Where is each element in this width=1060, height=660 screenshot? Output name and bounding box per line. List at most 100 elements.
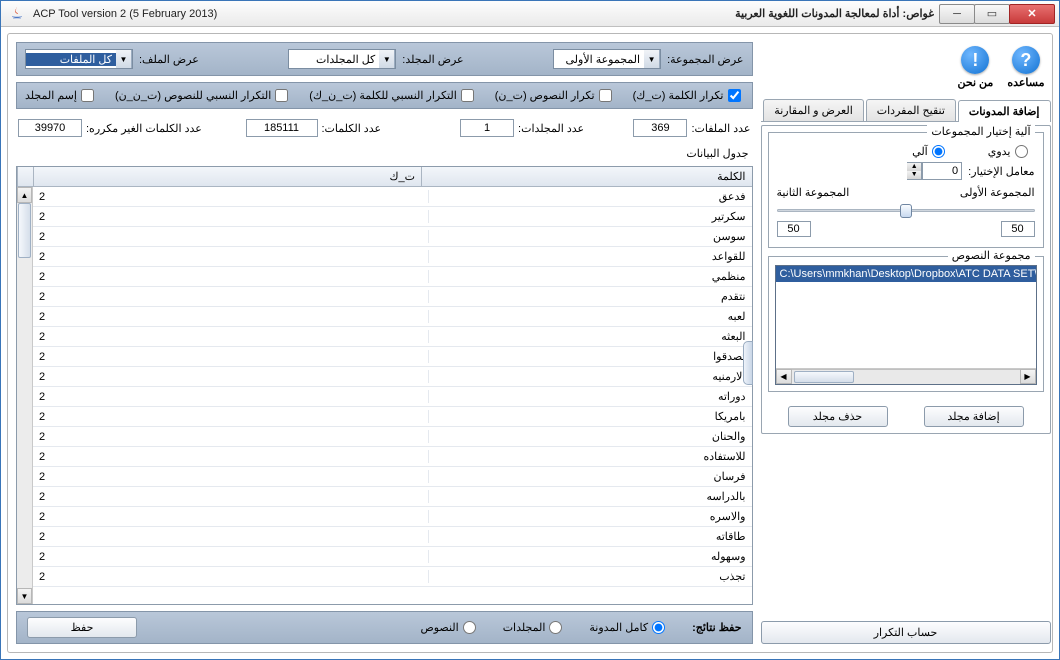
cell-tk: 2 bbox=[33, 191, 428, 203]
col-header-word[interactable]: الكلمة bbox=[421, 167, 752, 186]
table-row[interactable]: بامريكا2 bbox=[33, 407, 752, 427]
table-row[interactable]: وسهوله2 bbox=[33, 547, 752, 567]
list-item[interactable]: C:\Users\mmkhan\Desktop\Dropbox\ATC DATA… bbox=[776, 266, 1036, 282]
check-word-freq[interactable]: تكرار الكلمة (ت_ك) bbox=[633, 89, 744, 102]
table-row[interactable]: بالدراسه2 bbox=[33, 487, 752, 507]
radio-save-full[interactable]: كامل المدونة bbox=[589, 621, 668, 634]
cell-tk: 2 bbox=[33, 291, 428, 303]
table-row[interactable]: دوراته2 bbox=[33, 387, 752, 407]
cell-word: تصدقوا bbox=[428, 350, 751, 363]
table-row[interactable]: سكرتير2 bbox=[33, 207, 752, 227]
table-corner bbox=[17, 167, 33, 186]
check-rel-word-freq[interactable]: التكرار النسبي للكلمة (ت_ن_ك) bbox=[309, 89, 476, 102]
tab-add-corpora[interactable]: إضافة المدونات bbox=[958, 100, 1051, 122]
table-row[interactable]: والاسره2 bbox=[33, 507, 752, 527]
label-view-group: عرض المجموعة: bbox=[667, 53, 743, 66]
table-title: جدول البيانات bbox=[686, 147, 748, 160]
text-group-title: مجموعة النصوص bbox=[948, 249, 1035, 262]
splitter-handle[interactable] bbox=[743, 341, 753, 385]
minimize-button[interactable]: ─ bbox=[939, 4, 975, 24]
check-rel-text-freq[interactable]: التكرار النسبي للنصوص (ت_ن_ن) bbox=[115, 89, 291, 102]
cell-word: للاستفاده bbox=[428, 450, 751, 463]
radio-auto[interactable]: آلي bbox=[912, 145, 948, 158]
cell-tk: 2 bbox=[33, 231, 428, 243]
label-file-count: عدد الملفات: bbox=[691, 122, 750, 135]
delete-folder-button[interactable]: حذف مجلد bbox=[788, 406, 888, 427]
cell-word: وسهوله bbox=[428, 550, 751, 563]
cell-tk: 2 bbox=[33, 451, 428, 463]
scroll-down-icon[interactable]: ▼ bbox=[17, 588, 32, 604]
scroll-up-icon[interactable]: ▲ bbox=[17, 187, 32, 203]
check-folder-name[interactable]: إسم المجلد bbox=[25, 89, 97, 102]
tab-compare-view[interactable]: العرض و المقارنة bbox=[763, 99, 863, 121]
minimize-icon: ─ bbox=[953, 8, 961, 20]
add-folder-button[interactable]: إضافة مجلد bbox=[924, 406, 1024, 427]
label-unique-count: عدد الكلمات الغير مكرره: bbox=[86, 122, 202, 135]
table-row[interactable]: تجذب2 bbox=[33, 567, 752, 587]
value-unique-count: 39970 bbox=[18, 119, 82, 137]
slider-track[interactable] bbox=[777, 202, 1035, 218]
close-button[interactable]: ✕ bbox=[1009, 4, 1055, 24]
about-label: من نحن bbox=[957, 76, 993, 89]
cell-word: بامريكا bbox=[428, 410, 751, 423]
maximize-button[interactable]: ▭ bbox=[974, 4, 1010, 24]
cell-word: نتقدم bbox=[428, 290, 751, 303]
cell-tk: 2 bbox=[33, 351, 428, 363]
cell-word: الارمنيه bbox=[428, 370, 751, 383]
factor-spinner[interactable]: ▲▼ bbox=[907, 162, 962, 180]
scroll-right-icon[interactable]: ▶ bbox=[1020, 369, 1036, 384]
cell-tk: 2 bbox=[33, 371, 428, 383]
table-row[interactable]: طاقاته2 bbox=[33, 527, 752, 547]
folder-list[interactable]: C:\Users\mmkhan\Desktop\Dropbox\ATC DATA… bbox=[775, 265, 1037, 385]
cell-word: دوراته bbox=[428, 390, 751, 403]
vertical-scrollbar[interactable]: ▲ ▼ bbox=[17, 187, 33, 604]
table-row[interactable]: منظمي2 bbox=[33, 267, 752, 287]
value-group1: 50 bbox=[1001, 221, 1035, 237]
slider-thumb[interactable] bbox=[900, 204, 912, 218]
compute-freq-button[interactable]: حساب التكرار bbox=[761, 621, 1051, 644]
about-button[interactable]: ! من نحن bbox=[957, 46, 993, 89]
help-button[interactable]: ? مساعده bbox=[1007, 46, 1044, 89]
tab-refine-vocab[interactable]: تنقيح المفردات bbox=[866, 99, 956, 121]
radio-save-texts[interactable]: النصوص bbox=[420, 621, 478, 634]
horizontal-scrollbar[interactable]: ◀ ▶ bbox=[776, 368, 1036, 384]
cell-word: فرسان bbox=[428, 470, 751, 483]
table-row[interactable]: فرسان2 bbox=[33, 467, 752, 487]
cell-tk: 2 bbox=[33, 331, 428, 343]
table-row[interactable]: سوسن2 bbox=[33, 227, 752, 247]
combo-group[interactable]: ▼المجموعة الأولى bbox=[553, 49, 661, 69]
value-file-count: 369 bbox=[633, 119, 687, 137]
radio-save-folders[interactable]: المجلدات bbox=[503, 621, 566, 634]
radio-manual[interactable]: يدوي bbox=[988, 145, 1031, 158]
cell-word: سوسن bbox=[428, 230, 751, 243]
help-icon: ? bbox=[1012, 46, 1040, 74]
cell-tk: 2 bbox=[33, 531, 428, 543]
table-row[interactable]: البعثه2 bbox=[33, 327, 752, 347]
table-row[interactable]: فدعق2 bbox=[33, 187, 752, 207]
hscroll-thumb[interactable] bbox=[794, 371, 854, 383]
scroll-left-icon[interactable]: ◀ bbox=[776, 369, 792, 384]
check-text-freq[interactable]: تكرار النصوص (ت_ن) bbox=[495, 89, 615, 102]
table-row[interactable]: تصدقوا2 bbox=[33, 347, 752, 367]
scroll-thumb[interactable] bbox=[18, 203, 31, 258]
table-row[interactable]: نتقدم2 bbox=[33, 287, 752, 307]
spin-down-icon[interactable]: ▼ bbox=[907, 171, 921, 179]
table-row[interactable]: للاستفاده2 bbox=[33, 447, 752, 467]
cell-word: والحنان bbox=[428, 430, 751, 443]
factor-input[interactable] bbox=[922, 162, 962, 180]
value-folder-count: 1 bbox=[460, 119, 514, 137]
table-row[interactable]: والحنان2 bbox=[33, 427, 752, 447]
table-row[interactable]: للقواعد2 bbox=[33, 247, 752, 267]
cell-word: للقواعد bbox=[428, 250, 751, 263]
save-button[interactable]: حفظ bbox=[27, 617, 137, 638]
cell-word: طاقاته bbox=[428, 530, 751, 543]
combo-file[interactable]: ▼كل الملفات bbox=[25, 49, 133, 69]
table-row[interactable]: الارمنيه2 bbox=[33, 367, 752, 387]
chevron-down-icon: ▼ bbox=[116, 50, 132, 68]
spin-up-icon[interactable]: ▲ bbox=[907, 163, 921, 171]
combo-folder[interactable]: ▼كل المجلدات bbox=[288, 49, 396, 69]
cell-word: لعبه bbox=[428, 310, 751, 323]
table-row[interactable]: لعبه2 bbox=[33, 307, 752, 327]
group-slider: المجموعة الأولىالمجموعة الثانية 5050 bbox=[777, 184, 1035, 237]
col-header-tk[interactable]: ت_ك bbox=[33, 167, 421, 186]
